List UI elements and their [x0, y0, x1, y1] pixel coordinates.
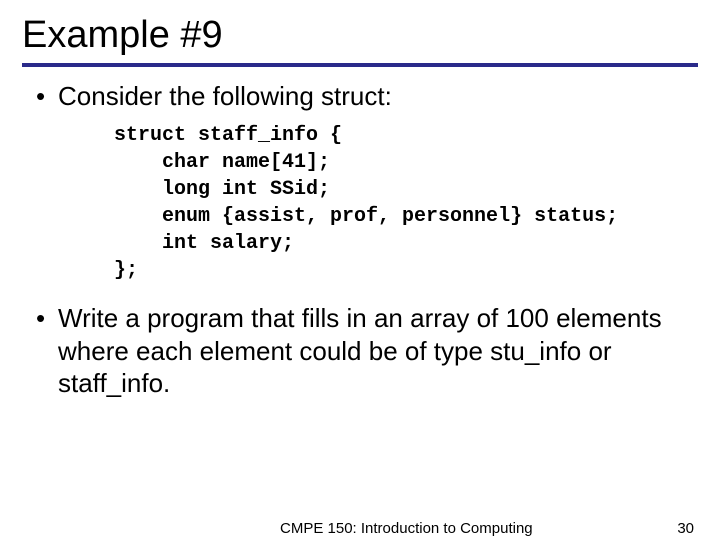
code-block: struct staff_info { char name[41]; long … — [114, 122, 698, 284]
slide-title: Example #9 — [22, 14, 698, 57]
bullet-1: •Consider the following struct: — [36, 81, 698, 112]
code-line-1: struct staff_info { — [114, 124, 342, 147]
code-line-3: long int SSid; — [114, 178, 330, 201]
code-line-5: int salary; — [114, 232, 294, 255]
title-underline — [22, 63, 698, 67]
footer-course: CMPE 150: Introduction to Computing — [280, 520, 533, 537]
code-line-6: }; — [114, 259, 138, 282]
code-line-4: enum {assist, prof, personnel} status; — [114, 205, 618, 228]
bullet-2-text: Write a program that fills in an array o… — [58, 302, 678, 400]
bullet-dot: • — [36, 81, 58, 112]
footer-page-number: 30 — [677, 520, 694, 537]
bullet-2: •Write a program that fills in an array … — [36, 302, 698, 400]
slide: Example #9 •Consider the following struc… — [0, 0, 720, 540]
code-line-2: char name[41]; — [114, 151, 330, 174]
bullet-1-text: Consider the following struct: — [58, 81, 392, 111]
bullet-dot: • — [36, 302, 58, 335]
